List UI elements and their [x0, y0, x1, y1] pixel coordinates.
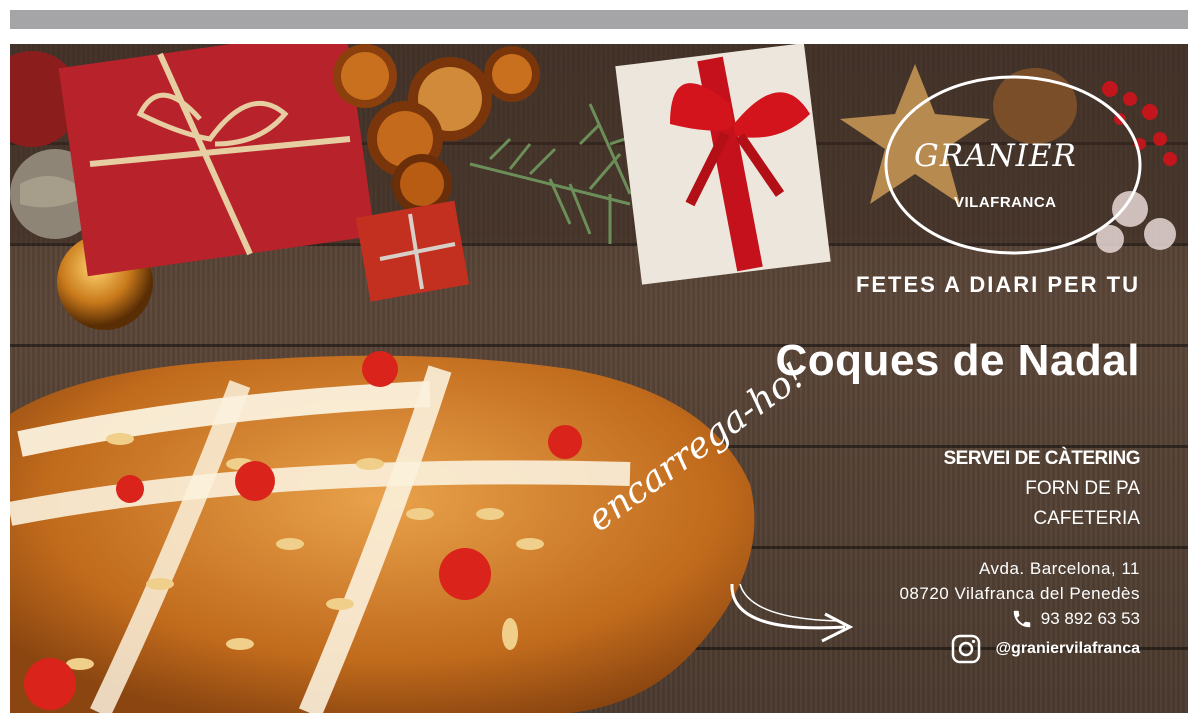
instagram-row: @granier­vilafranca — [951, 634, 1140, 664]
white-gift-box — [615, 44, 831, 285]
phone-number[interactable]: 93 892 63 53 — [1041, 609, 1140, 629]
services-list: SERVEI DE CÀTERING FORN DE PA CAFETERIA — [943, 448, 1140, 538]
address-block: Avda. Barcelona, 11 08720 Vilafranca del… — [899, 556, 1140, 606]
address-street: Avda. Barcelona, 11 — [978, 559, 1140, 578]
address-city: 08720 Vilafranca del Penedès — [899, 584, 1140, 603]
arrow-icon — [730, 583, 854, 643]
logo-name: GRANIER — [914, 138, 1077, 174]
service-cafeteria: CAFETERIA — [1033, 508, 1140, 529]
advertisement-banner: GRANIER VILAFRANCA FETES A DIARI PER TU … — [10, 44, 1188, 713]
phone-icon — [1013, 610, 1030, 628]
small-red-gift — [355, 200, 470, 302]
red-gift-box — [58, 44, 375, 277]
service-catering: SERVEI DE CÀTERING — [943, 448, 1140, 469]
headline: Coques de Nadal — [775, 336, 1140, 385]
phone-row: 93 892 63 53 — [1011, 608, 1140, 630]
logo-location: VILAFRANCA — [954, 194, 1057, 211]
coca-pastry-image — [10, 351, 755, 713]
instagram-handle[interactable]: @granier­vilafranca — [995, 640, 1140, 658]
top-bar — [10, 10, 1188, 29]
tagline: FETES A DIARI PER TU — [855, 272, 1140, 297]
service-bakery: FORN DE PA — [1025, 478, 1140, 499]
instagram-icon — [952, 634, 981, 664]
